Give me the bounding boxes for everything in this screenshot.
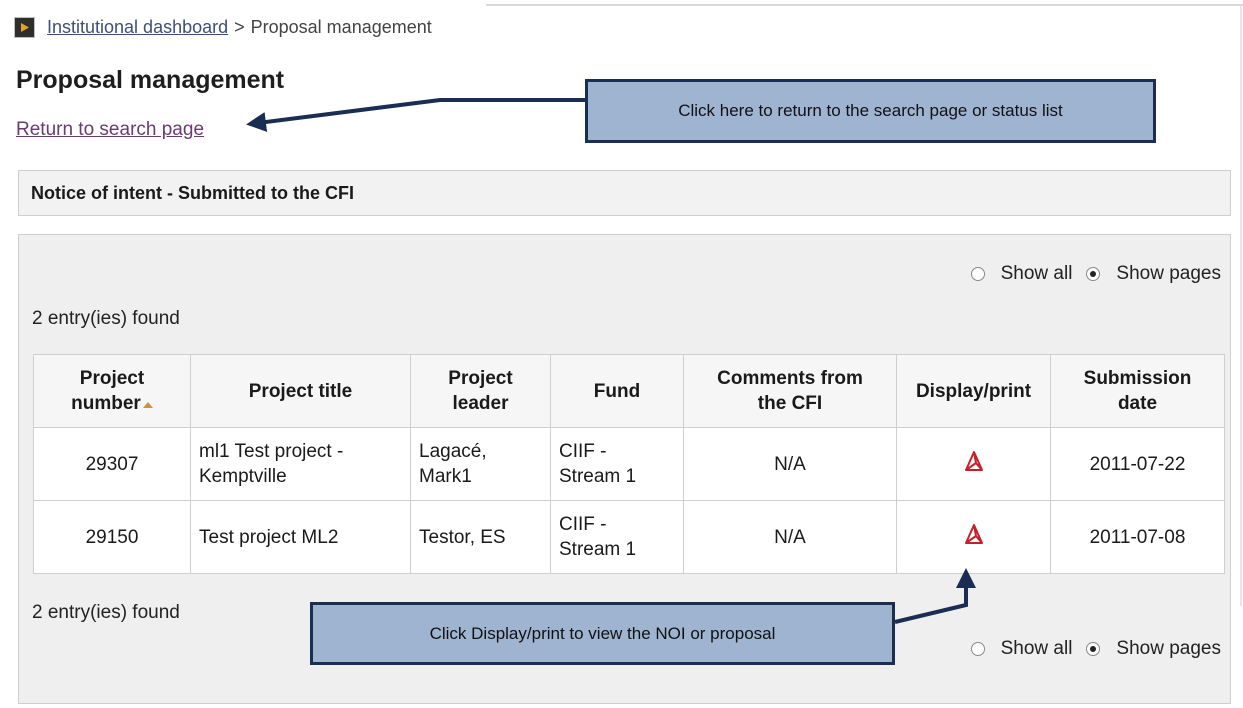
- cell-project-leader-line2: Mark1: [419, 466, 472, 487]
- cell-fund-line2: Stream 1: [559, 466, 637, 487]
- col-header-project-leader-line1: Project: [448, 368, 513, 389]
- cell-project-number: 29307: [33, 427, 191, 501]
- col-header-display-print: Display/print: [896, 354, 1051, 428]
- show-options-top: Show all Show pages: [970, 263, 1221, 285]
- show-pages-label[interactable]: Show pages: [1116, 638, 1221, 660]
- col-header-project-leader-line2: leader: [452, 393, 509, 414]
- pdf-icon[interactable]: [962, 522, 986, 546]
- breadcrumb-current: Proposal management: [250, 16, 432, 37]
- cell-project-leader: Testor, ES: [410, 500, 551, 574]
- col-header-submission-date-line2: date: [1117, 393, 1158, 414]
- breadcrumb: Institutional dashboard > Proposal manag…: [14, 16, 432, 38]
- callout-return-note: Click here to return to the search page …: [585, 79, 1156, 143]
- col-header-fund: Fund: [550, 354, 684, 428]
- top-divider: [486, 4, 1243, 6]
- right-divider: [1240, 6, 1242, 606]
- show-all-label[interactable]: Show all: [1001, 263, 1073, 285]
- col-header-project-leader: Project leader: [410, 354, 551, 428]
- show-pages-radio[interactable]: [1086, 267, 1101, 281]
- cell-fund-line1: CIIF -: [559, 441, 607, 462]
- sort-ascending-icon[interactable]: [142, 402, 153, 408]
- cell-project-leader: Lagacé, Mark1: [410, 427, 551, 501]
- col-header-project-number[interactable]: Project number: [33, 354, 191, 428]
- cell-fund-line2: Stream 1: [559, 539, 637, 560]
- entries-found-bottom: 2 entry(ies) found: [32, 602, 180, 623]
- show-all-radio[interactable]: [970, 267, 985, 281]
- cell-display-print: [896, 427, 1051, 501]
- col-header-project-number-line1: Project: [79, 368, 145, 389]
- page-title: Proposal management: [16, 66, 285, 94]
- col-header-comments-line2: the CFI: [757, 393, 823, 414]
- breadcrumb-dashboard-link[interactable]: Institutional dashboard: [47, 17, 228, 38]
- table-row: 29307 ml1 Test project - Kemptville Lagac…: [33, 427, 1225, 501]
- show-all-label[interactable]: Show all: [1001, 638, 1073, 660]
- arrow-to-return-link: [246, 98, 585, 132]
- cell-comments: N/A: [683, 500, 897, 574]
- col-header-comments: Comments from the CFI: [683, 354, 897, 428]
- cell-project-title-line2: Kemptville: [199, 466, 287, 487]
- cell-project-title-line1: ml1 Test project -: [199, 441, 344, 462]
- proposals-table: Project number Project title Project leade…: [33, 354, 1225, 574]
- show-all-radio[interactable]: [970, 642, 985, 656]
- cell-project-title: ml1 Test project - Kemptville: [190, 427, 411, 501]
- col-header-comments-line1: Comments from: [717, 368, 863, 389]
- cell-comments: N/A: [683, 427, 897, 501]
- cell-fund: CIIF - Stream 1: [550, 427, 684, 501]
- table-header-row: Project number Project title Project leade…: [33, 354, 1225, 428]
- return-to-search-link[interactable]: Return to search page: [16, 119, 204, 141]
- cell-submission-date: 2011-07-08: [1050, 500, 1225, 574]
- cell-fund: CIIF - Stream 1: [550, 500, 684, 574]
- entries-found-top: 2 entry(ies) found: [32, 308, 180, 329]
- col-header-submission-date: Submission date: [1050, 354, 1225, 428]
- col-header-project-title: Project title: [190, 354, 411, 428]
- show-pages-radio[interactable]: [1086, 642, 1101, 656]
- show-options-bottom: Show all Show pages: [970, 638, 1221, 660]
- cell-project-number: 29150: [33, 500, 191, 574]
- section-header: Notice of intent - Submitted to the CFI: [18, 170, 1231, 216]
- cell-project-title: Test project ML2: [190, 500, 411, 574]
- callout-display-note: Click Display/print to view the NOI or p…: [310, 602, 895, 665]
- table-row: 29150 Test project ML2 Testor, ES CIIF -…: [33, 500, 1225, 574]
- cell-submission-date: 2011-07-22: [1050, 427, 1225, 501]
- col-header-submission-date-line1: Submission: [1083, 368, 1192, 389]
- cell-project-leader-line1: Lagacé,: [419, 441, 487, 462]
- col-header-project-number-line2: number: [71, 393, 141, 414]
- breadcrumb-separator: >: [234, 16, 245, 37]
- show-pages-label[interactable]: Show pages: [1116, 263, 1221, 285]
- cell-fund-line1: CIIF -: [559, 514, 607, 535]
- pdf-icon[interactable]: [962, 449, 986, 473]
- play-arrow-icon: [14, 16, 35, 38]
- cell-display-print: [896, 500, 1051, 574]
